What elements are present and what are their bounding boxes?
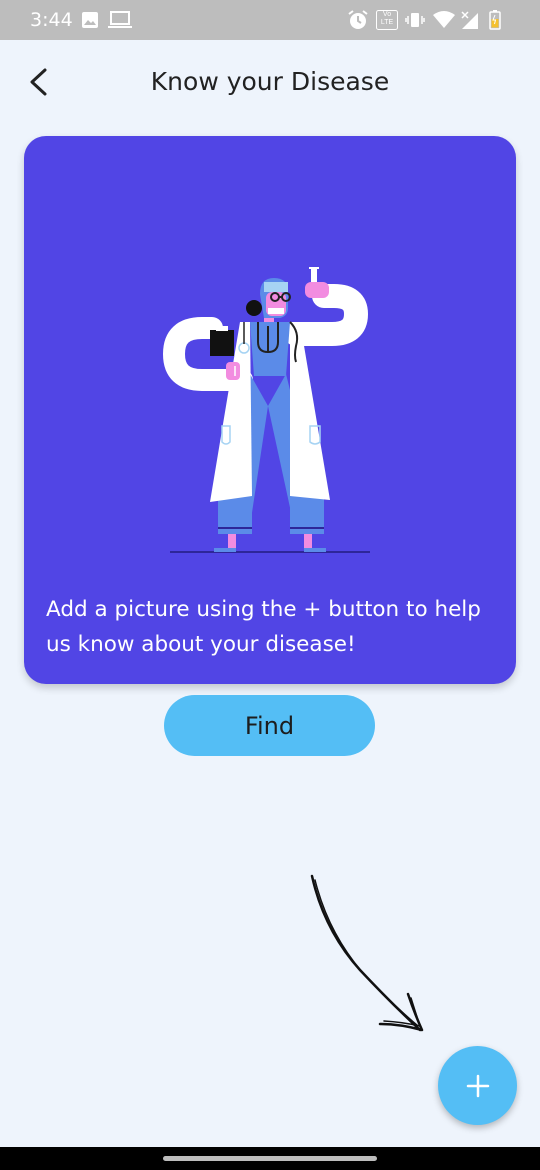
battery-icon <box>489 10 501 30</box>
find-button[interactable]: Find <box>164 695 375 756</box>
vibrate-icon <box>405 10 425 30</box>
alarm-icon <box>347 10 369 30</box>
add-picture-button[interactable] <box>438 1046 517 1125</box>
system-nav-bar <box>0 1147 540 1170</box>
page-title: Know your Disease <box>150 67 390 96</box>
hero-card: Add a picture using the + button to help… <box>24 136 516 684</box>
volte-icon: Vo LTE <box>376 10 398 30</box>
doctor-illustration <box>162 267 370 553</box>
signal-icon <box>460 10 480 30</box>
hero-instruction-text: Add a picture using the + button to help… <box>46 597 481 657</box>
status-time: 3:44 <box>30 9 73 31</box>
app-header: Know your Disease <box>0 40 540 126</box>
home-indicator[interactable] <box>163 1156 377 1161</box>
image-icon <box>81 10 99 30</box>
status-bar: 3:44 Vo LTE <box>0 0 540 40</box>
hand-drawn-arrow-icon <box>310 874 424 1032</box>
wifi-icon <box>433 10 455 30</box>
volte-label: Vo LTE <box>380 11 394 26</box>
laptop-icon <box>108 10 132 30</box>
plus-icon <box>466 1074 489 1097</box>
